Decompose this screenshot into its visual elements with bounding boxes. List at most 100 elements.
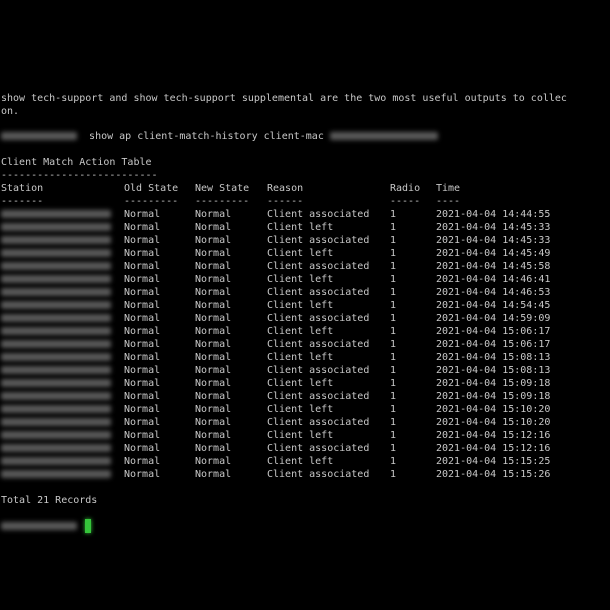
redacted-station-mac bbox=[1, 314, 111, 322]
station-cell bbox=[1, 286, 111, 299]
radio-cell: 1 bbox=[390, 235, 397, 246]
old-state-cell: Normal bbox=[124, 326, 161, 337]
reason-cell: Client left bbox=[267, 378, 334, 389]
cursor[interactable] bbox=[85, 519, 91, 533]
time-cell: 2021-04-04 14:46:53 bbox=[436, 287, 551, 298]
old-state-cell: Normal bbox=[124, 391, 161, 402]
station-cell bbox=[1, 390, 111, 403]
table-row: Normal Normal Client left 1 2021-04-04 15:06… bbox=[0, 325, 610, 338]
redacted-station-mac bbox=[1, 340, 111, 348]
new-state-cell: Normal bbox=[195, 430, 232, 441]
table-row: Normal Normal Client left 1 2021-04-04 15:09… bbox=[0, 377, 610, 390]
records-total: Total 21 Records bbox=[1, 495, 98, 506]
station-cell bbox=[1, 416, 111, 429]
redacted-hostname bbox=[1, 522, 77, 530]
new-state-cell: Normal bbox=[195, 378, 232, 389]
table-row: Normal Normal Client associated 1 2021-04-04… bbox=[0, 208, 610, 221]
time-cell: 2021-04-04 15:10:20 bbox=[436, 417, 551, 428]
time-cell: 2021-04-04 14:45:33 bbox=[436, 222, 551, 233]
redacted-station-mac bbox=[1, 249, 111, 257]
table-header-underline-row: ------- --------- --------- ------ -----… bbox=[0, 195, 610, 208]
redacted-station-mac bbox=[1, 379, 111, 387]
station-cell bbox=[1, 429, 111, 442]
reason-cell: Client associated bbox=[267, 417, 370, 428]
reason-cell: Client associated bbox=[267, 261, 370, 272]
table-title: Client Match Action Table bbox=[1, 157, 152, 168]
old-state-cell: Normal bbox=[124, 222, 161, 233]
table-header-row: Station Old State New State Reason Radio… bbox=[0, 182, 610, 195]
header-new-state: New State bbox=[195, 183, 250, 194]
station-cell bbox=[1, 221, 111, 234]
radio-cell: 1 bbox=[390, 443, 397, 454]
old-state-cell: Normal bbox=[124, 430, 161, 441]
station-cell bbox=[1, 403, 111, 416]
header-time: Time bbox=[436, 183, 461, 194]
underline-new-state: --------- bbox=[195, 196, 250, 207]
old-state-cell: Normal bbox=[124, 261, 161, 272]
time-cell: 2021-04-04 15:15:25 bbox=[436, 456, 551, 467]
old-state-cell: Normal bbox=[124, 443, 161, 454]
old-state-cell: Normal bbox=[124, 378, 161, 389]
new-state-cell: Normal bbox=[195, 300, 232, 311]
underline-station: ------- bbox=[1, 196, 44, 207]
table-row: Normal Normal Client associated 1 2021-04-04… bbox=[0, 390, 610, 403]
table-row: Normal Normal Client associated 1 2021-04-04… bbox=[0, 468, 610, 481]
prompt-line[interactable] bbox=[1, 520, 77, 533]
new-state-cell: Normal bbox=[195, 456, 232, 467]
redacted-hostname bbox=[1, 132, 77, 140]
reason-cell: Client left bbox=[267, 352, 334, 363]
reason-cell: Client associated bbox=[267, 469, 370, 480]
reason-cell: Client left bbox=[267, 430, 334, 441]
table-row: Normal Normal Client associated 1 2021-04-04… bbox=[0, 234, 610, 247]
redacted-station-mac bbox=[1, 288, 111, 296]
redacted-station-mac bbox=[1, 327, 111, 335]
command-text: show ap client-match-history client-mac bbox=[89, 131, 324, 142]
new-state-cell: Normal bbox=[195, 261, 232, 272]
table-row: Normal Normal Client left 1 2021-04-04 14:45… bbox=[0, 247, 610, 260]
new-state-cell: Normal bbox=[195, 352, 232, 363]
station-cell bbox=[1, 312, 111, 325]
terminal-window[interactable]: show tech-support and show tech-support … bbox=[0, 0, 610, 610]
table-row: Normal Normal Client left 1 2021-04-04 14:54… bbox=[0, 299, 610, 312]
redacted-station-mac bbox=[1, 262, 111, 270]
new-state-cell: Normal bbox=[195, 209, 232, 220]
table-row: Normal Normal Client left 1 2021-04-04 15:12… bbox=[0, 429, 610, 442]
redacted-station-mac bbox=[1, 236, 111, 244]
new-state-cell: Normal bbox=[195, 391, 232, 402]
underline-radio: ----- bbox=[390, 196, 421, 207]
radio-cell: 1 bbox=[390, 326, 397, 337]
old-state-cell: Normal bbox=[124, 417, 161, 428]
table-row: Normal Normal Client associated 1 2021-04-04… bbox=[0, 312, 610, 325]
header-radio: Radio bbox=[390, 183, 421, 194]
reason-cell: Client left bbox=[267, 326, 334, 337]
redacted-station-mac bbox=[1, 457, 111, 465]
table-row: Normal Normal Client associated 1 2021-04-04… bbox=[0, 416, 610, 429]
radio-cell: 1 bbox=[390, 209, 397, 220]
radio-cell: 1 bbox=[390, 417, 397, 428]
reason-cell: Client left bbox=[267, 404, 334, 415]
station-cell bbox=[1, 442, 111, 455]
station-cell bbox=[1, 377, 111, 390]
reason-cell: Client left bbox=[267, 222, 334, 233]
time-cell: 2021-04-04 15:06:17 bbox=[436, 339, 551, 350]
station-cell bbox=[1, 299, 111, 312]
reason-cell: Client associated bbox=[267, 209, 370, 220]
table-row: Normal Normal Client associated 1 2021-04-04… bbox=[0, 286, 610, 299]
station-cell bbox=[1, 468, 111, 481]
station-cell bbox=[1, 338, 111, 351]
old-state-cell: Normal bbox=[124, 365, 161, 376]
underline-reason: ------ bbox=[267, 196, 304, 207]
old-state-cell: Normal bbox=[124, 209, 161, 220]
old-state-cell: Normal bbox=[124, 352, 161, 363]
redacted-station-mac bbox=[1, 405, 111, 413]
redacted-station-mac bbox=[1, 366, 111, 374]
time-cell: 2021-04-04 15:06:17 bbox=[436, 326, 551, 337]
redacted-station-mac bbox=[1, 392, 111, 400]
radio-cell: 1 bbox=[390, 339, 397, 350]
header-reason: Reason bbox=[267, 183, 304, 194]
time-cell: 2021-04-04 14:54:45 bbox=[436, 300, 551, 311]
reason-cell: Client left bbox=[267, 456, 334, 467]
time-cell: 2021-04-04 14:59:09 bbox=[436, 313, 551, 324]
new-state-cell: Normal bbox=[195, 287, 232, 298]
time-cell: 2021-04-04 14:45:49 bbox=[436, 248, 551, 259]
